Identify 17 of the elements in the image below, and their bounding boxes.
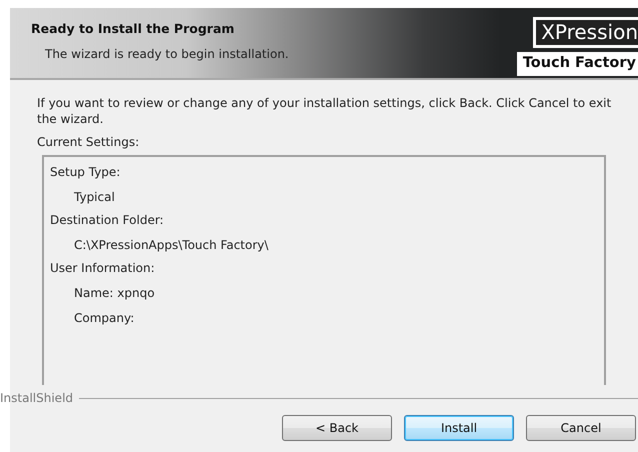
- setting-value: C:\XPressionApps\Touch Factory\: [74, 237, 270, 254]
- installshield-label: InstallShield: [0, 390, 74, 408]
- logo-title: XPression: [533, 17, 638, 48]
- logo-subtitle: Touch Factory: [516, 52, 638, 76]
- wizard-button[interactable]: Install: [404, 415, 514, 442]
- instructions-text: If you want to review or change any of your installation settings, click Back. Click Cancel to exit the wizard.: [37, 96, 612, 128]
- wizard-button[interactable]: < Back: [282, 415, 392, 442]
- page-title: Ready to Install the Program: [31, 20, 236, 38]
- setting-value: Company:: [74, 310, 136, 328]
- setting-heading: User Information:: [50, 260, 156, 278]
- page-subtitle: The wizard is ready to begin installation.: [45, 46, 289, 63]
- setting-value: Typical: [74, 189, 116, 206]
- setting-heading: Destination Folder:: [50, 212, 165, 230]
- setting-heading: Setup Type:: [50, 164, 122, 182]
- setting-value: Name: xpnqo: [74, 285, 156, 302]
- wizard-button[interactable]: Cancel: [526, 415, 636, 442]
- settings-label: Current Settings:: [37, 134, 140, 152]
